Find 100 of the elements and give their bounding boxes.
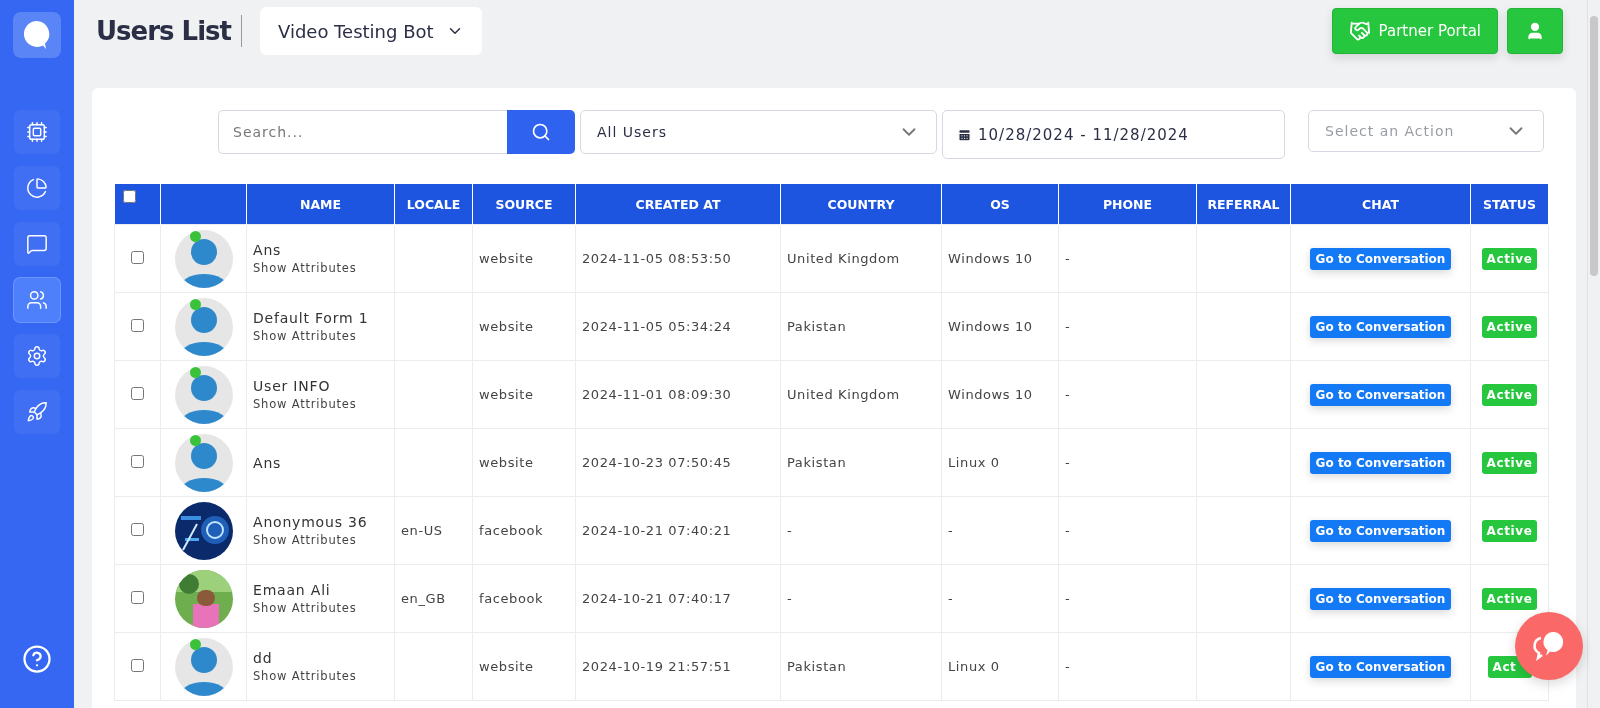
column-header: SOURCE xyxy=(472,184,576,225)
table-cell: Windows 10 xyxy=(941,292,1059,361)
table-cell: website xyxy=(472,224,576,293)
bot-selector[interactable]: Video Testing Bot xyxy=(259,7,482,55)
table-cell: website xyxy=(472,428,576,497)
status-badge: Active xyxy=(1481,519,1538,542)
status-badge: Active xyxy=(1481,383,1538,406)
go-to-conversation-button[interactable]: Go to Conversation xyxy=(1309,383,1452,406)
table-cell: - xyxy=(1058,428,1197,497)
handshake-icon xyxy=(1348,20,1371,42)
table-cell: facebook xyxy=(472,496,576,565)
user-name: dd xyxy=(253,650,274,666)
date-range-field[interactable]: 10/28/2024 - 11/28/2024 xyxy=(942,110,1285,159)
table-cell: 2024-11-05 05:34:24 xyxy=(575,292,781,361)
status-badge: Active xyxy=(1481,451,1538,474)
column-header: COUNTRY xyxy=(780,184,942,225)
table-cell: - xyxy=(941,496,1059,565)
column-header: PHONE xyxy=(1058,184,1197,225)
page-title: Users List xyxy=(96,15,242,47)
table-cell: 2024-10-19 21:57:51 xyxy=(575,632,781,701)
table-cell: 2024-10-23 07:50:45 xyxy=(575,428,781,497)
table-cell: Windows 10 xyxy=(941,360,1059,429)
table-cell: - xyxy=(780,564,942,633)
calendar-icon xyxy=(957,127,972,142)
go-to-conversation-button[interactable]: Go to Conversation xyxy=(1309,247,1452,270)
column-header: CREATED AT xyxy=(575,184,781,225)
table-cell: - xyxy=(1058,224,1197,293)
sidebar-item[interactable] xyxy=(14,110,60,154)
go-to-conversation-button[interactable]: Go to Conversation xyxy=(1309,519,1452,542)
avatar-icon xyxy=(174,229,233,288)
table-cell: - xyxy=(1058,632,1197,701)
avatar-icon xyxy=(174,637,233,696)
row-checkbox[interactable] xyxy=(131,590,144,604)
table-cell: Pakistan xyxy=(780,428,942,497)
table-cell: United Kingdom xyxy=(780,224,942,293)
sidebar-item[interactable] xyxy=(14,222,60,266)
user-icon xyxy=(1525,21,1545,41)
user-name: User INFO xyxy=(253,378,332,394)
show-attributes-link[interactable]: Show Attributes xyxy=(253,669,394,683)
status-badge: Active xyxy=(1481,587,1538,610)
pie-chart-icon xyxy=(26,177,48,199)
sidebar-item[interactable] xyxy=(14,278,60,322)
search-field[interactable]: Search... xyxy=(218,110,507,154)
table-cell: 2024-11-01 08:09:30 xyxy=(575,360,781,429)
table-cell: website xyxy=(472,360,576,429)
table-cell: - xyxy=(1058,564,1197,633)
go-to-conversation-button[interactable]: Go to Conversation xyxy=(1309,587,1452,610)
avatar-icon xyxy=(174,297,233,356)
table-cell: 2024-10-21 07:40:17 xyxy=(575,564,781,633)
go-to-conversation-button[interactable]: Go to Conversation xyxy=(1309,451,1452,474)
row-checkbox[interactable] xyxy=(131,318,144,332)
status-badge: Active xyxy=(1481,247,1538,270)
chip-icon xyxy=(26,121,48,143)
table-cell: - xyxy=(941,564,1059,633)
sidebar-item[interactable] xyxy=(14,334,60,378)
go-to-conversation-button[interactable]: Go to Conversation xyxy=(1309,655,1452,678)
table-cell: - xyxy=(1058,496,1197,565)
sidebar-item[interactable] xyxy=(14,390,60,434)
table-cell: Pakistan xyxy=(780,292,942,361)
row-checkbox[interactable] xyxy=(131,658,144,672)
table-cell: Linux 0 xyxy=(941,632,1059,701)
sidebar-item[interactable] xyxy=(14,166,60,210)
row-checkbox[interactable] xyxy=(131,250,144,264)
column-header: STATUS xyxy=(1470,184,1549,225)
table-cell: website xyxy=(472,292,576,361)
logo-icon[interactable] xyxy=(13,12,61,58)
column-header: REFERRAL xyxy=(1196,184,1291,225)
user-name: Ans xyxy=(253,454,283,471)
table-cell: 2024-10-21 07:40:21 xyxy=(575,496,781,565)
table-cell: en_GB xyxy=(394,564,473,633)
table-cell: facebook xyxy=(472,564,576,633)
user-filter-dropdown[interactable]: All Users xyxy=(580,110,937,154)
show-attributes-link[interactable]: Show Attributes xyxy=(253,329,394,343)
table-cell: - xyxy=(1058,360,1197,429)
table-cell: Windows 10 xyxy=(941,224,1059,293)
show-attributes-link[interactable]: Show Attributes xyxy=(253,601,394,615)
row-checkbox[interactable] xyxy=(131,454,144,468)
table-cell: en-US xyxy=(394,496,473,565)
help-icon[interactable] xyxy=(22,644,52,674)
show-attributes-link[interactable]: Show Attributes xyxy=(253,261,394,275)
profile-button[interactable] xyxy=(1507,8,1563,54)
show-attributes-link[interactable]: Show Attributes xyxy=(253,397,394,411)
select-all-checkbox[interactable] xyxy=(122,190,136,203)
column-header: NAME xyxy=(246,184,395,225)
column-header: LOCALE xyxy=(394,184,473,225)
table-cell: - xyxy=(780,496,942,565)
scrollbar[interactable] xyxy=(1587,0,1600,708)
user-name: Default Form 1 xyxy=(253,310,370,326)
user-name: Anonymous 36 xyxy=(253,514,369,530)
column-header: CHAT xyxy=(1290,184,1471,225)
settings-icon xyxy=(26,345,48,367)
go-to-conversation-button[interactable]: Go to Conversation xyxy=(1309,315,1452,338)
search-button[interactable] xyxy=(507,110,575,154)
table-cell: Pakistan xyxy=(780,632,942,701)
row-checkbox[interactable] xyxy=(131,522,144,536)
table-cell: Linux 0 xyxy=(941,428,1059,497)
row-checkbox[interactable] xyxy=(131,386,144,400)
chat-icon xyxy=(26,233,48,255)
table-cell: - xyxy=(1058,292,1197,361)
show-attributes-link[interactable]: Show Attributes xyxy=(253,533,394,547)
